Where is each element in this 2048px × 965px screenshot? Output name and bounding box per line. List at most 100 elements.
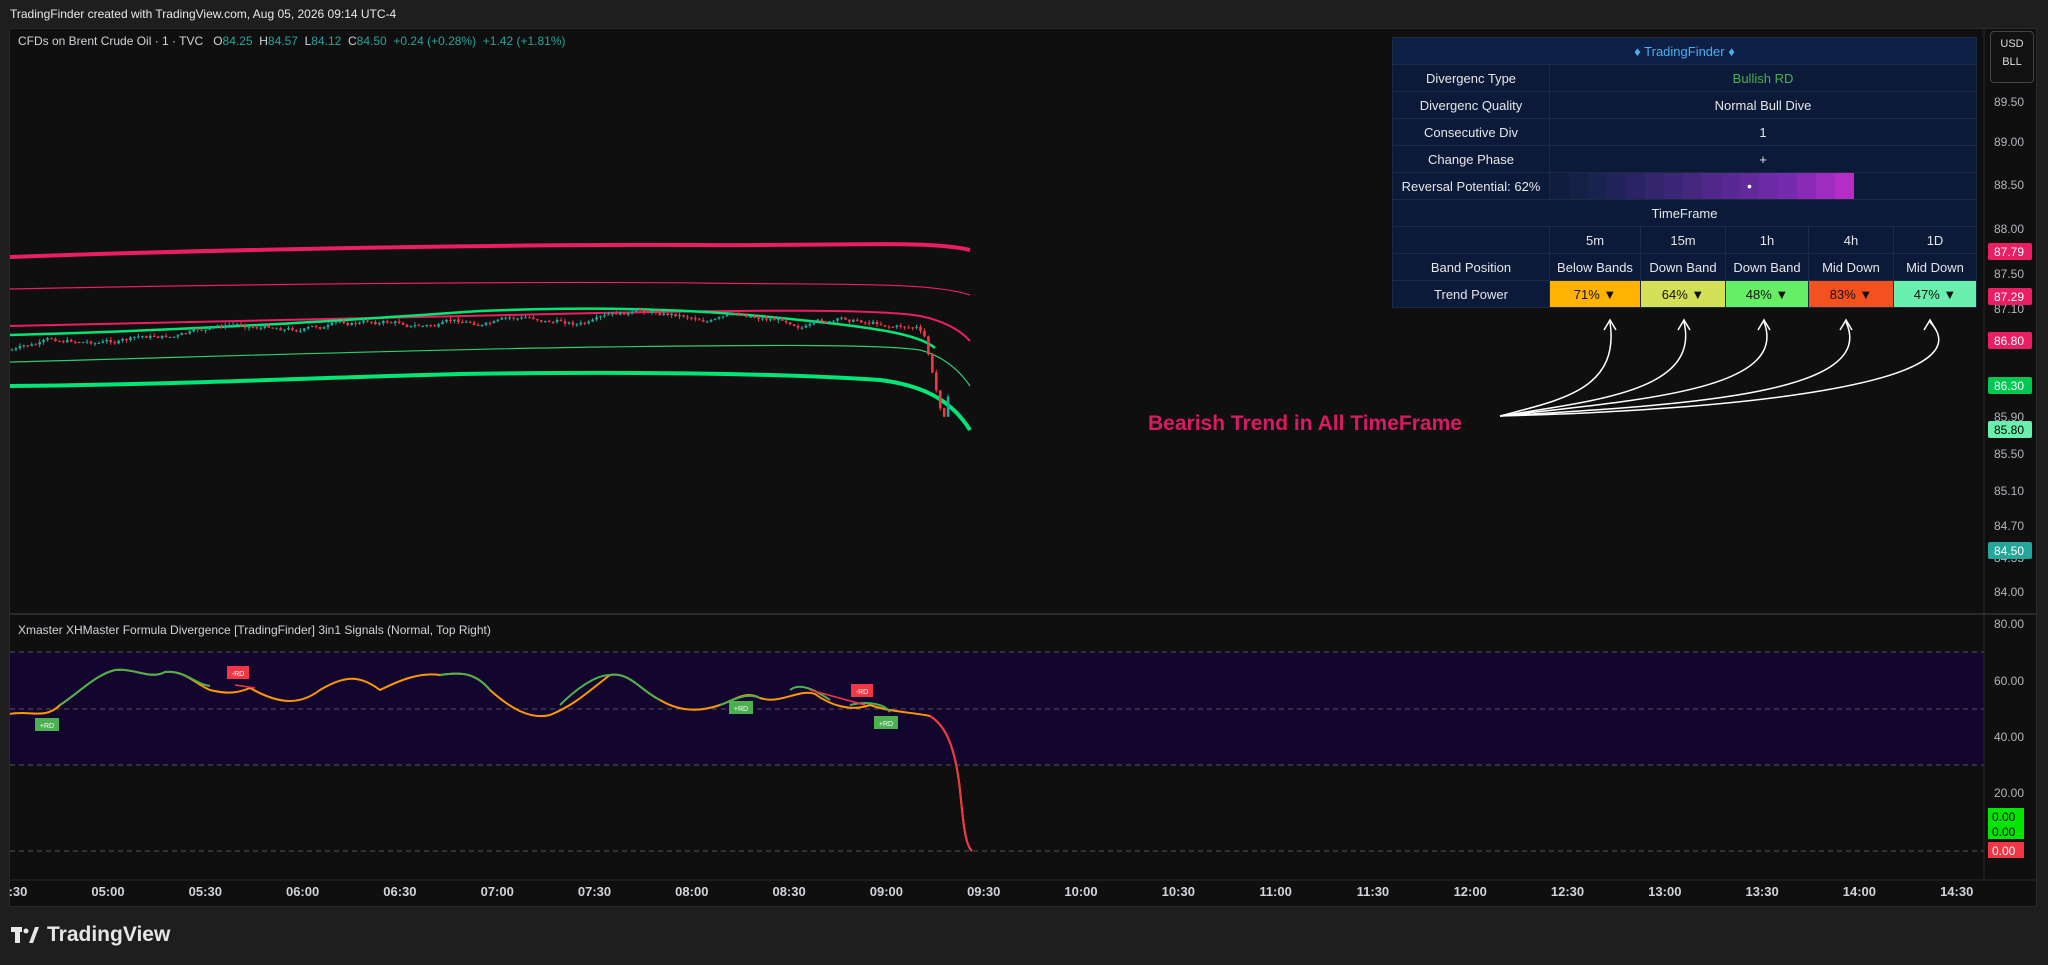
candle-body <box>168 336 172 338</box>
candle-body <box>824 321 827 324</box>
candle-body <box>378 323 381 325</box>
candle-body <box>77 342 81 344</box>
time-axis[interactable]: :30 05:00 05:30 06:00 06:30 07:00 07:30 08:00 08… <box>9 884 1974 899</box>
candle-body <box>883 325 887 327</box>
candle-body <box>93 343 97 345</box>
time-label: 11:30 <box>1357 884 1390 899</box>
gauge-cell <box>1702 173 1721 199</box>
symbol-name[interactable]: CFDs on Brent Crude Oil · 1 · TVC <box>18 34 203 48</box>
candle-body <box>259 327 263 329</box>
candle-body <box>255 327 259 329</box>
candle-body <box>579 322 583 325</box>
candle-body <box>915 326 918 328</box>
candle-body <box>575 324 579 326</box>
price-label: 85.10 <box>1994 484 2024 498</box>
candle-body <box>148 335 152 338</box>
candle-body <box>22 345 26 347</box>
candle-body <box>923 330 926 337</box>
band-15m: Down Band <box>1640 253 1726 281</box>
candle-body <box>674 313 677 317</box>
candle-body <box>540 320 543 322</box>
candle-body <box>342 321 346 324</box>
price-candles[interactable] <box>10 307 950 418</box>
candle-body <box>314 325 318 327</box>
signal-bull-3[interactable]: +RD <box>874 716 898 729</box>
candle-body <box>81 342 85 344</box>
row-value: + <box>1549 145 1977 173</box>
candle-body <box>10 349 14 351</box>
candle-body <box>816 319 820 322</box>
candle-body <box>409 325 413 327</box>
time-label: 09:30 <box>967 884 1000 899</box>
candle-body <box>856 319 859 321</box>
candle-body <box>765 318 768 320</box>
signal-bear-2[interactable]: -RD <box>851 684 873 697</box>
candle-body <box>393 321 397 324</box>
candle-body <box>326 325 330 328</box>
price-axis[interactable]: 89.5089.0088.5088.0087.5087.1085.9085.50… <box>1988 95 2032 599</box>
tf-15m: 15m <box>1640 226 1726 254</box>
band-label: Band Position <box>1392 253 1550 281</box>
candle-body <box>69 339 73 342</box>
tf-1h: 1h <box>1725 226 1809 254</box>
candle-body <box>239 324 243 326</box>
candle-body <box>654 311 658 313</box>
candle-body <box>164 335 168 338</box>
annotation-text[interactable]: Bearish Trend in All TimeFrame <box>1148 412 1462 436</box>
candle-body <box>848 319 851 322</box>
candle-body <box>528 317 531 319</box>
reversal-label: Reversal Potential: 62% <box>1392 172 1550 200</box>
price-label: 87.50 <box>1994 267 2024 281</box>
candle-body <box>306 327 310 329</box>
candle-body <box>405 324 409 327</box>
candle-body <box>42 339 45 343</box>
candle-body <box>180 333 184 336</box>
price-tag: 87.79 <box>1988 243 2032 260</box>
candle-body <box>125 338 128 340</box>
candle-body <box>322 327 326 329</box>
candle-body <box>196 328 199 330</box>
candle-body <box>591 319 594 322</box>
candle-body <box>421 325 425 327</box>
currency-selector[interactable]: USD BLL <box>1990 31 2034 83</box>
candle-body <box>184 333 188 335</box>
candle-body <box>543 320 547 322</box>
candle-body <box>516 318 519 320</box>
candle-body <box>678 315 681 317</box>
time-label: 05:00 <box>91 884 124 899</box>
candle-body <box>619 312 622 315</box>
time-label: 05:30 <box>189 884 222 899</box>
tradingview-logo[interactable]: TradingView <box>11 923 170 947</box>
signal-bear-1[interactable]: -RD <box>227 666 249 679</box>
candle-body <box>832 320 835 322</box>
candle-body <box>694 318 697 320</box>
candle-body <box>800 327 804 329</box>
row-label: Divergenc Type <box>1392 64 1550 92</box>
osc-label: 20.00 <box>1994 786 2024 800</box>
signal-bull-2[interactable]: +RD <box>729 701 753 714</box>
close-label: C <box>348 34 357 48</box>
gauge-cell <box>1683 173 1702 199</box>
candle-body <box>117 340 120 344</box>
candle-body <box>749 316 752 318</box>
candle-body <box>859 320 863 323</box>
candle-body <box>275 328 278 330</box>
osc-axis[interactable]: 80.0060.0040.0020.000.000.000.00 <box>1988 617 2024 858</box>
candle-body <box>642 309 646 313</box>
candle-body <box>303 328 306 331</box>
candle-body <box>895 325 899 328</box>
band-1d: Mid Down <box>1893 253 1977 281</box>
price-tag: 84.50 <box>1988 542 2032 559</box>
time-label: 11:00 <box>1259 884 1292 899</box>
candle-body <box>536 319 539 321</box>
candle-body <box>777 318 780 321</box>
candle-body <box>243 325 247 328</box>
candle-body <box>488 322 492 324</box>
candle-body <box>713 318 717 320</box>
candle-body <box>212 326 215 328</box>
candle-body <box>709 319 713 322</box>
signal-bull-1[interactable]: +RD <box>35 718 59 731</box>
price-label: 88.00 <box>1994 222 2024 236</box>
oscillator-title[interactable]: Xmaster XHMaster Formula Divergence [Tra… <box>18 623 491 637</box>
power-label: Trend Power <box>1392 280 1550 308</box>
